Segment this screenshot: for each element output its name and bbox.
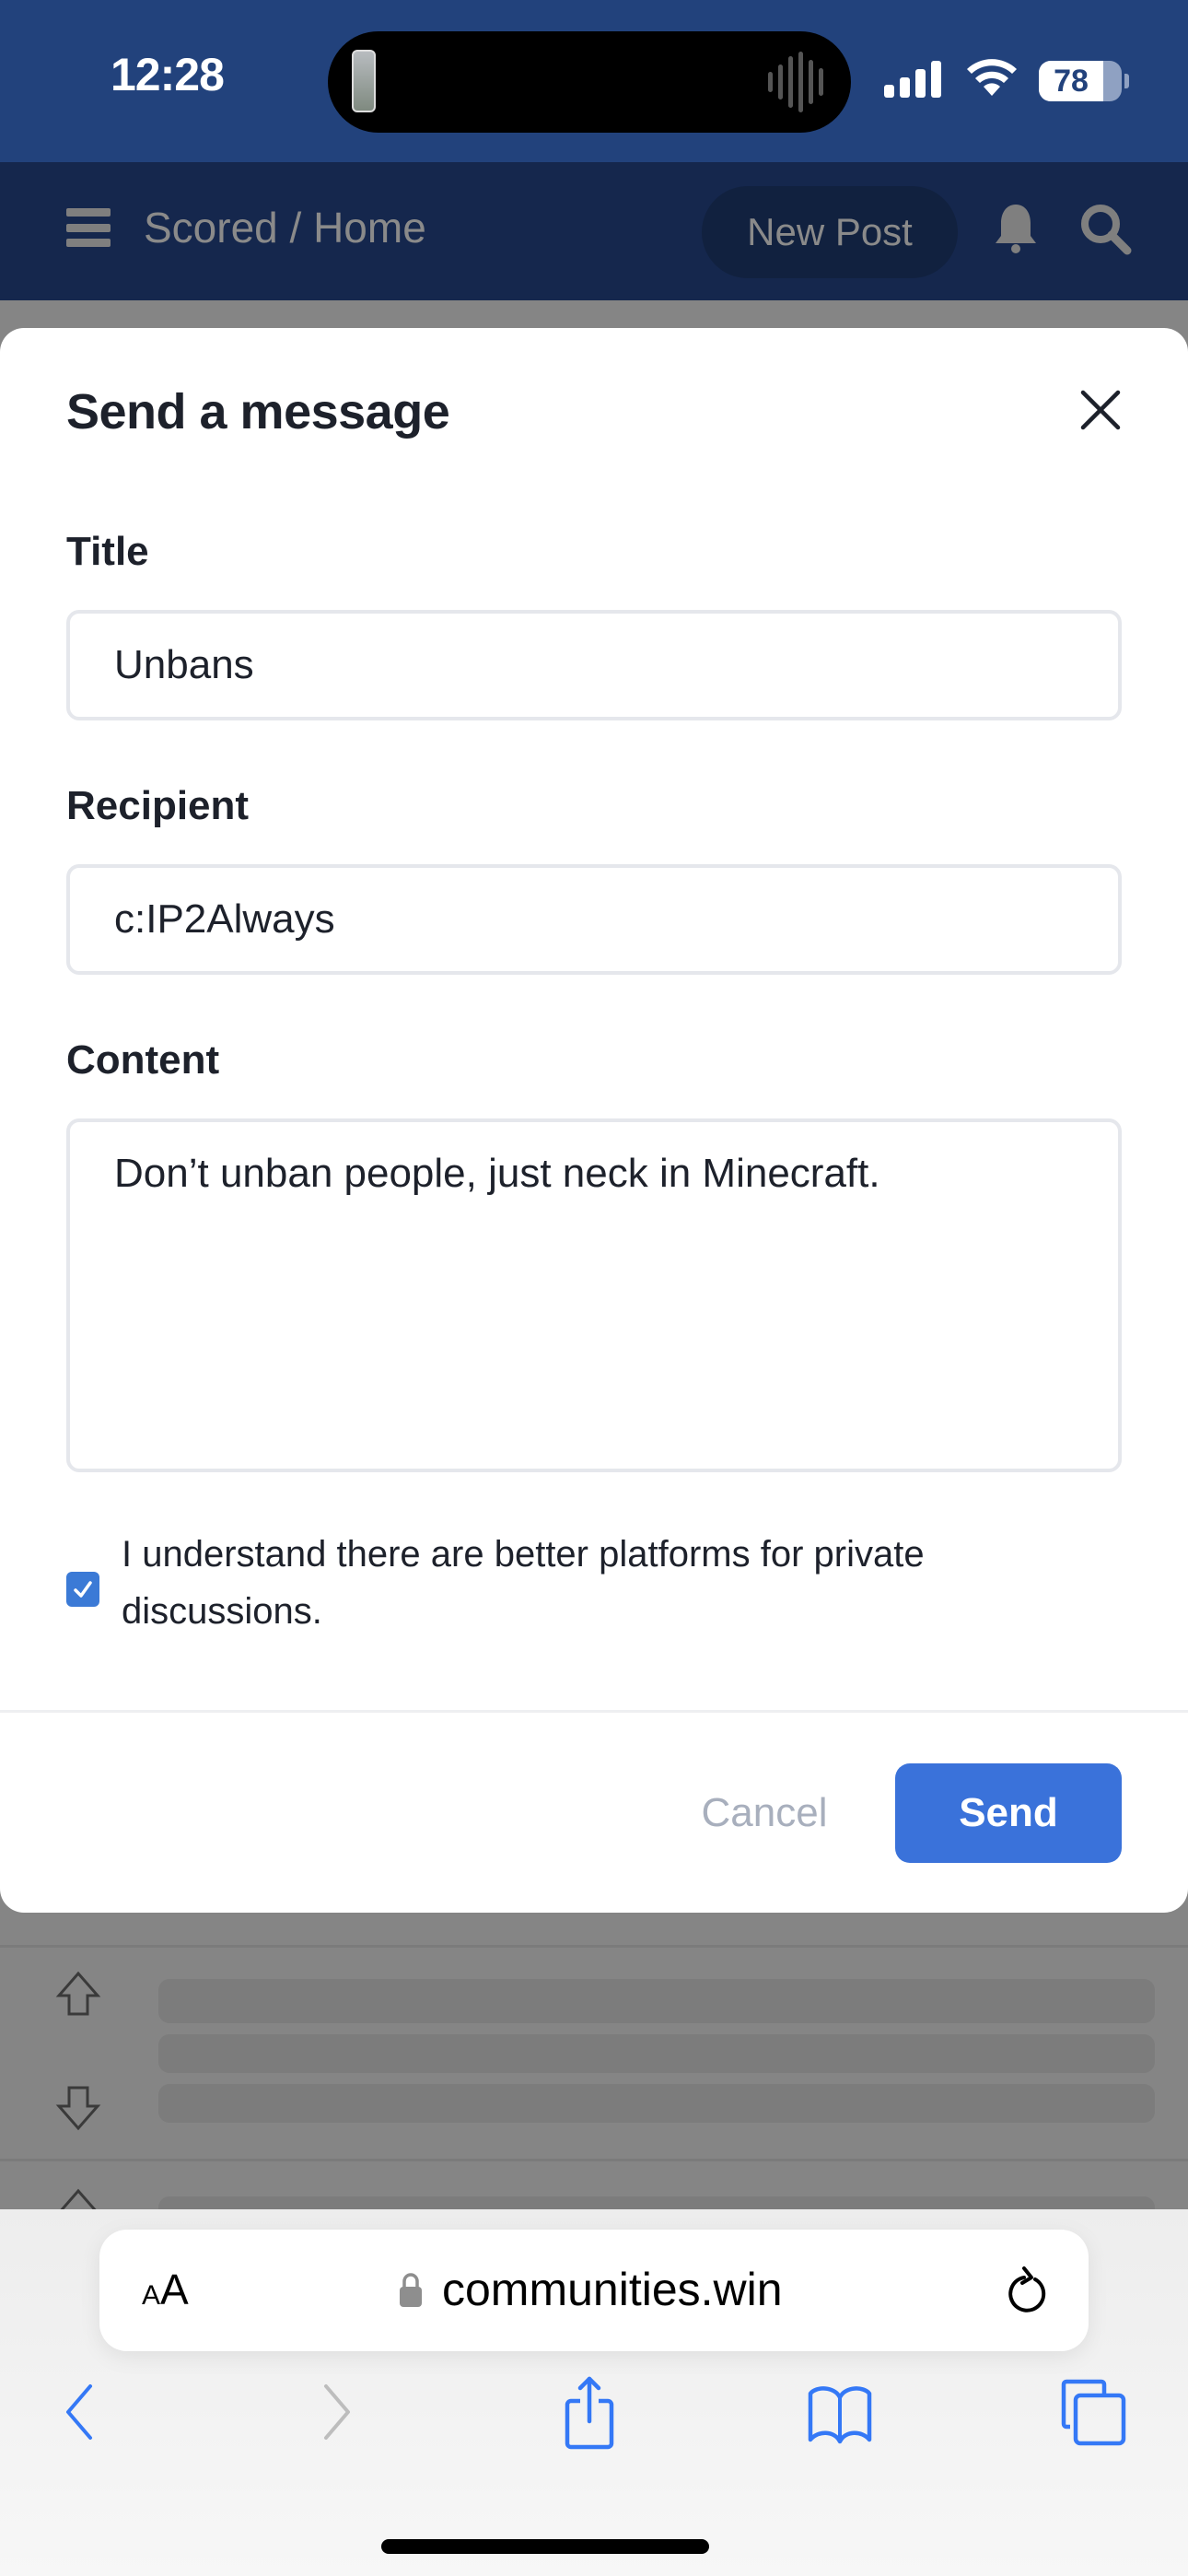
recipient-label: Recipient	[66, 783, 250, 828]
battery-icon: 78	[1039, 61, 1122, 101]
checkmark-icon	[74, 1581, 92, 1598]
address-bar[interactable]: AA communities.win	[99, 2230, 1089, 2351]
upvote-icon[interactable]	[53, 1970, 103, 2020]
bell-icon[interactable]	[993, 201, 1039, 256]
lock-icon	[400, 2273, 422, 2307]
status-time: 12:28	[111, 49, 225, 100]
content-label: Content	[66, 1037, 220, 1083]
acknowledge-label[interactable]: I understand there are better platforms …	[122, 1526, 1079, 1640]
bookmarks-icon[interactable]	[807, 2384, 873, 2445]
battery-percentage: 78	[1054, 64, 1089, 99]
site-header: Scored / Home New Post	[0, 162, 1188, 300]
downvote-icon[interactable]	[53, 2082, 103, 2132]
title-input[interactable]	[66, 610, 1122, 720]
new-post-button[interactable]: New Post	[702, 186, 958, 278]
title-label: Title	[66, 529, 149, 574]
browser-toolbar: AA communities.win	[0, 2209, 1188, 2576]
send-message-modal: Send a message Title Recipient Content D…	[0, 328, 1188, 1913]
close-icon[interactable]	[1074, 383, 1127, 437]
modal-divider	[0, 1710, 1188, 1713]
cellular-signal-icon	[884, 61, 941, 98]
breadcrumb[interactable]: Scored / Home	[144, 203, 426, 252]
recipient-input[interactable]	[66, 864, 1122, 975]
url-text[interactable]: communities.win	[442, 2263, 783, 2316]
dynamic-island	[328, 31, 851, 133]
send-button[interactable]: Send	[895, 1763, 1122, 1863]
status-bar: 12:28 78	[0, 0, 1188, 162]
wifi-icon	[967, 59, 1017, 96]
battery-nub	[1124, 74, 1129, 88]
reload-icon[interactable]	[1004, 2265, 1052, 2318]
content-textarea[interactable]: Don’t unban people, just neck in Minecra…	[66, 1118, 1122, 1472]
acknowledge-checkbox[interactable]	[66, 1572, 99, 1607]
feed-row	[0, 1948, 1188, 2161]
placeholder-bar	[158, 2034, 1155, 2073]
placeholder-bar	[158, 2084, 1155, 2123]
share-icon[interactable]	[560, 2375, 619, 2451]
now-playing-artwork	[352, 50, 376, 112]
home-indicator[interactable]	[381, 2539, 709, 2554]
feed-row	[0, 2161, 1188, 2233]
audio-waveform-icon	[768, 52, 823, 112]
cancel-button[interactable]: Cancel	[681, 1763, 847, 1863]
modal-title: Send a message	[66, 384, 450, 439]
menu-icon[interactable]	[66, 208, 111, 247]
search-icon[interactable]	[1077, 201, 1133, 256]
placeholder-bar	[158, 1979, 1155, 2023]
back-icon[interactable]	[61, 2383, 98, 2441]
forward-icon[interactable]	[319, 2383, 355, 2441]
tabs-icon[interactable]	[1061, 2379, 1127, 2447]
text-size-button[interactable]: AA	[142, 2265, 189, 2314]
feed-row	[0, 1913, 1188, 1948]
